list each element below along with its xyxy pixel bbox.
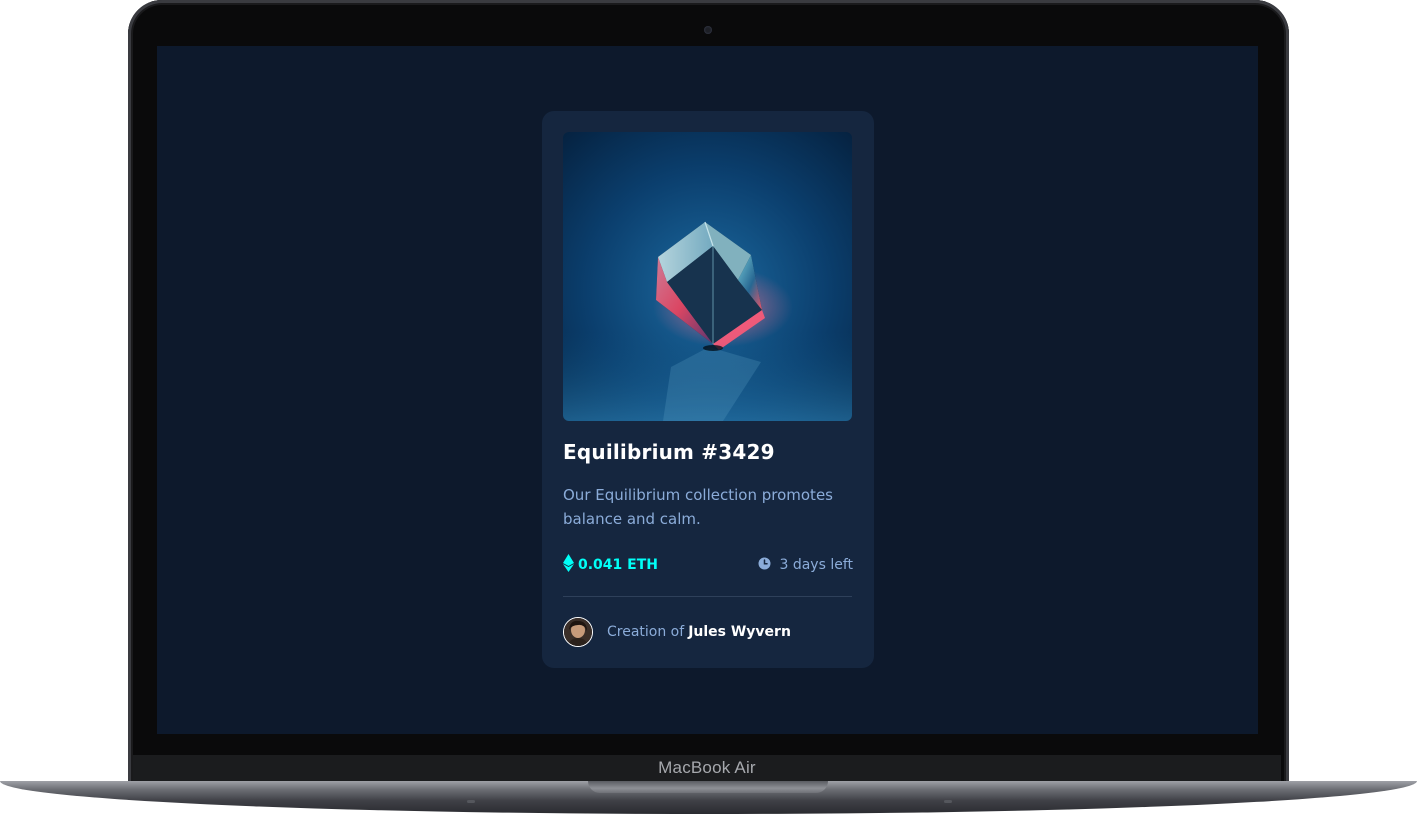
nft-title[interactable]: Equilibrium #3429: [563, 440, 775, 464]
laptop-screen: Equilibrium #3429 Our Equilibrium collec…: [157, 46, 1258, 734]
equilibrium-cube-artwork: [563, 132, 852, 421]
device-brand-label: MacBook Air: [658, 758, 756, 777]
creator-name-link[interactable]: Jules Wyvern: [688, 624, 791, 640]
creator-prefix: Creation of: [607, 624, 685, 640]
nft-image[interactable]: [563, 132, 852, 421]
laptop-foot-right: [944, 800, 952, 803]
clock-icon: [758, 557, 771, 574]
time-remaining: 3 days left: [758, 555, 853, 575]
time-left-text: 3 days left: [779, 557, 853, 573]
price-info: 0.041 ETH: [563, 554, 658, 576]
creator-avatar: [563, 617, 593, 647]
ethereum-icon: [563, 554, 574, 576]
nft-description: Our Equilibrium collection promotes bala…: [563, 486, 833, 528]
price-value: 0.041 ETH: [578, 557, 658, 573]
laptop-foot-left: [467, 800, 475, 803]
nft-preview-card: Equilibrium #3429 Our Equilibrium collec…: [542, 111, 874, 668]
divider: [563, 596, 852, 597]
webcam: [704, 26, 712, 34]
creator-info: Creation of Jules Wyvern: [563, 616, 791, 648]
laptop-hinge-notch: [588, 781, 828, 793]
